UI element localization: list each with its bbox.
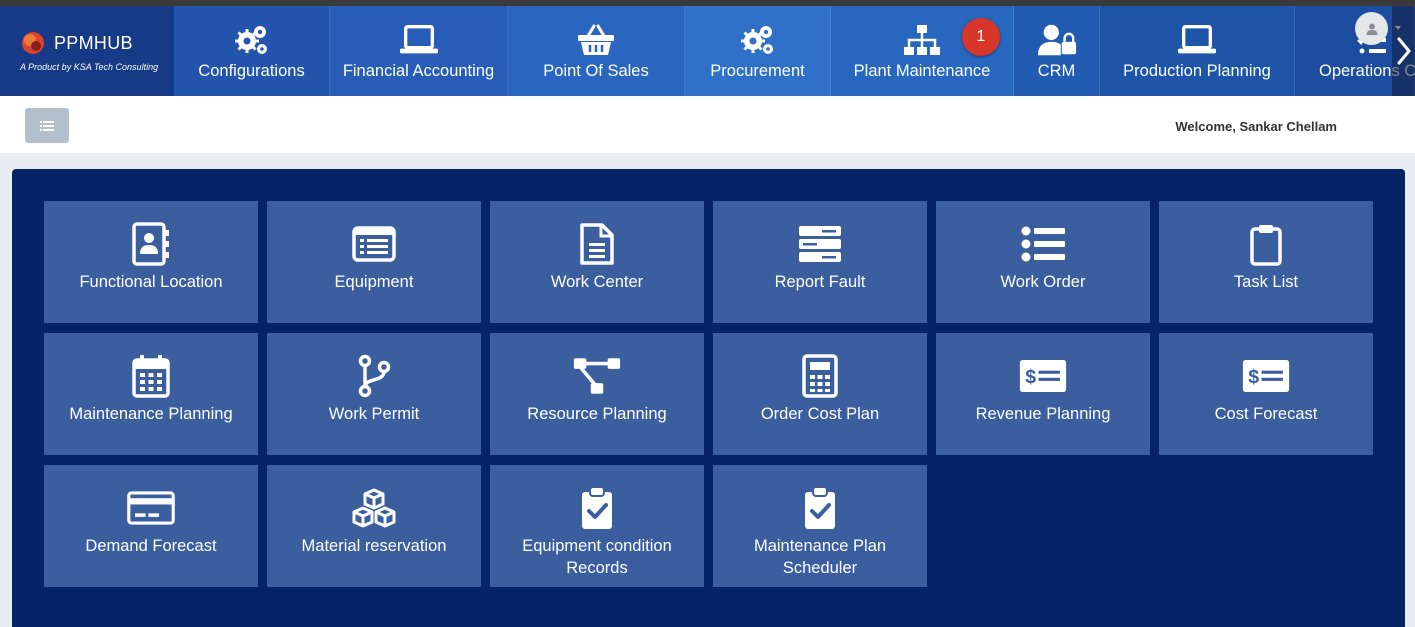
tile-label: Revenue Planning: [975, 405, 1111, 423]
nav-label: Plant Maintenance: [853, 62, 991, 80]
tile-label: Demand Forecast: [85, 537, 217, 555]
tile-label: Material reservation: [301, 537, 447, 555]
code-branch-icon: [350, 353, 398, 399]
user-avatar[interactable]: [1355, 12, 1388, 45]
money-check-icon: $: [1019, 353, 1067, 399]
brand[interactable]: PPMHUB A Product by KSA Tech Consulting: [0, 6, 174, 96]
svg-text:$: $: [1248, 366, 1259, 388]
svg-text:$: $: [1025, 366, 1036, 388]
nav-item-crm[interactable]: CRM: [1014, 6, 1100, 96]
tile-equipment[interactable]: Equipment: [267, 201, 481, 323]
nav-item-production-planning[interactable]: Production Planning: [1100, 6, 1295, 96]
header-bar: Welcome, Sankar Chellam: [0, 96, 1415, 153]
nav-label: Point Of Sales: [543, 62, 649, 80]
clipboard-check-icon: [573, 485, 621, 531]
brand-tagline: A Product by KSA Tech Consulting: [20, 62, 159, 72]
module-panel: Functional Location Equipment Work Cente…: [12, 169, 1405, 627]
server-icon: [796, 221, 844, 267]
list-alt-icon: [350, 221, 398, 267]
gears-icon: [738, 22, 778, 58]
tile-functional-location[interactable]: Functional Location: [44, 201, 258, 323]
basket-icon: [576, 22, 616, 58]
tile-material-reservation[interactable]: Material reservation: [267, 465, 481, 587]
list-icon: [40, 120, 54, 131]
tile-maintenance-plan-scheduler[interactable]: Maintenance Plan Scheduler: [713, 465, 927, 587]
nav-label: Configurations: [198, 62, 305, 80]
nav-item-point-of-sales[interactable]: Point Of Sales: [508, 6, 685, 96]
welcome-text: Welcome, Sankar Chellam: [1175, 119, 1337, 134]
tile-work-center[interactable]: Work Center: [490, 201, 704, 323]
tile-label: Cost Forecast: [1214, 405, 1318, 423]
nav-label: Procurement: [710, 62, 805, 80]
tile-label: Report Fault: [774, 273, 866, 291]
nav-scroll-right-button[interactable]: [1392, 6, 1415, 96]
tile-report-fault[interactable]: Report Fault: [713, 201, 927, 323]
credit-card-icon: [127, 485, 175, 531]
brand-name: PPMHUB: [54, 32, 133, 53]
tile-label: Task List: [1233, 273, 1299, 291]
tile-revenue-planning[interactable]: $ Revenue Planning: [936, 333, 1150, 455]
tile-label: Equipment: [334, 273, 414, 291]
user-lock-icon: [1037, 22, 1077, 58]
tile-demand-forecast[interactable]: Demand Forecast: [44, 465, 258, 587]
nav-item-procurement[interactable]: Procurement: [685, 6, 831, 96]
sitemap-icon: [902, 22, 942, 58]
top-navigation-bar: PPMHUB A Product by KSA Tech Consulting …: [0, 6, 1415, 96]
nav-item-financial-accounting[interactable]: Financial Accounting: [330, 6, 508, 96]
tile-label: Equipment condition Records: [522, 537, 672, 577]
tile-task-list[interactable]: Task List: [1159, 201, 1373, 323]
laptop-icon: [399, 22, 439, 58]
project-diagram-icon: [573, 353, 621, 399]
tile-label: Work Center: [550, 273, 644, 291]
chevron-right-icon: [1397, 37, 1410, 65]
tile-order-cost-plan[interactable]: Order Cost Plan: [713, 333, 927, 455]
tile-label: Work Permit: [328, 405, 420, 423]
gears-icon: [232, 22, 272, 58]
nav-label: Financial Accounting: [342, 62, 495, 80]
tile-resource-planning[interactable]: Resource Planning: [490, 333, 704, 455]
money-check-icon: $: [1242, 353, 1290, 399]
tile-label: Work Order: [1000, 273, 1086, 291]
sidebar-toggle-button[interactable]: [25, 108, 69, 143]
tile-label: Order Cost Plan: [760, 405, 880, 423]
address-book-icon: [127, 221, 175, 267]
tile-cost-forecast[interactable]: $ Cost Forecast: [1159, 333, 1373, 455]
tile-label: Functional Location: [79, 273, 223, 291]
cubes-icon: [350, 485, 398, 531]
laptop-icon: [1177, 22, 1217, 58]
nav-label: CRM: [1037, 62, 1076, 80]
clipboard-icon: [1242, 221, 1290, 267]
calculator-icon: [796, 353, 844, 399]
file-icon: [573, 221, 621, 267]
user-icon: [1366, 23, 1377, 35]
tile-maintenance-planning[interactable]: Maintenance Planning: [44, 333, 258, 455]
user-menu-caret-icon[interactable]: [1395, 26, 1401, 30]
nav-item-configurations[interactable]: Configurations: [174, 6, 330, 96]
nav-label: Production Planning: [1123, 62, 1271, 80]
tile-label: Maintenance Plan Scheduler: [753, 537, 887, 577]
tile-work-permit[interactable]: Work Permit: [267, 333, 481, 455]
nav-item-plant-maintenance[interactable]: Plant Maintenance 1: [831, 6, 1014, 96]
calendar-icon: [127, 353, 175, 399]
clipboard-check-icon: [796, 485, 844, 531]
tile-label: Resource Planning: [527, 405, 667, 423]
tile-work-order[interactable]: Work Order: [936, 201, 1150, 323]
notification-badge: 1: [962, 18, 1000, 56]
tile-equipment-condition-records[interactable]: Equipment condition Records: [490, 465, 704, 587]
list-icon: [1019, 221, 1067, 267]
tile-label: Maintenance Planning: [69, 405, 233, 423]
brand-logo-icon: [22, 32, 44, 54]
